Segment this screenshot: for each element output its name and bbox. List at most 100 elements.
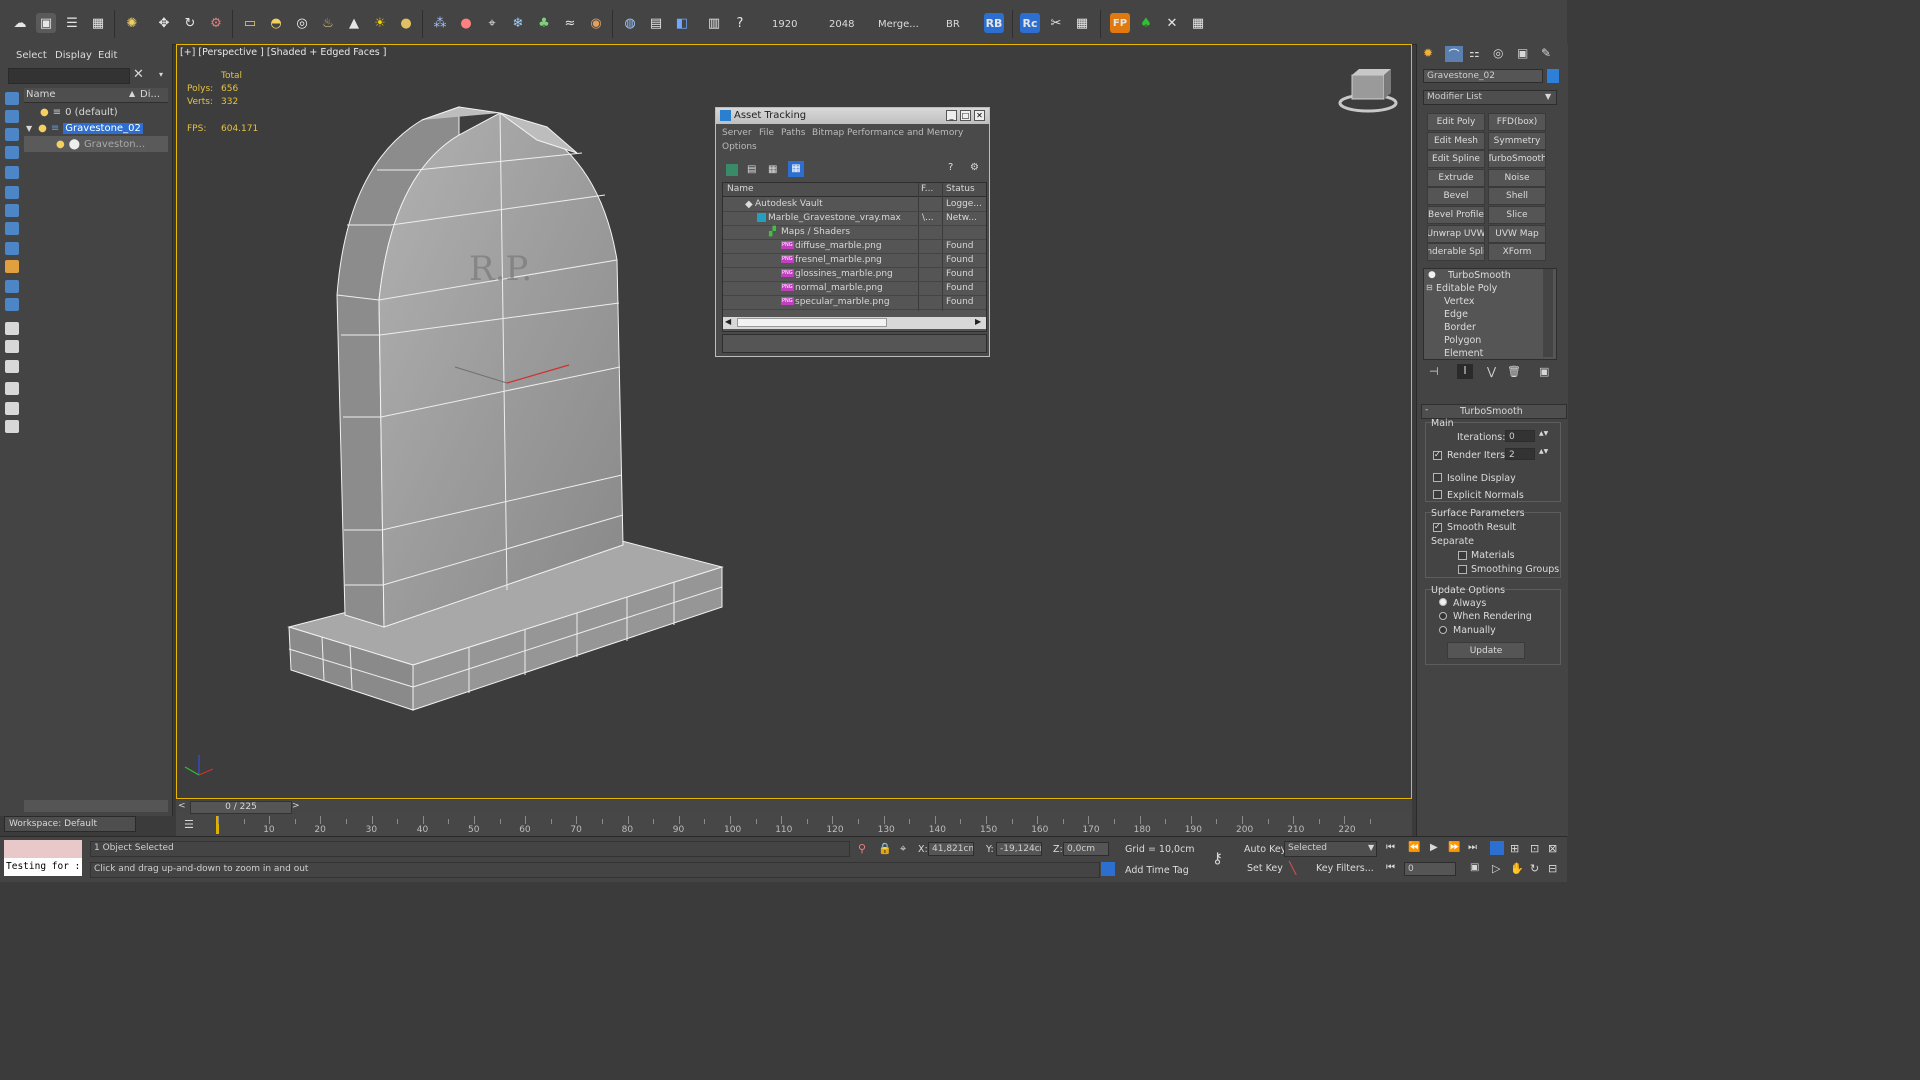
y-coordinate-input[interactable]: -19,124cm: [996, 842, 1042, 856]
globe-icon[interactable]: ◍: [620, 13, 640, 33]
render-width[interactable]: 1920: [772, 19, 797, 30]
br-button[interactable]: BR: [946, 19, 960, 30]
vertical-scrollbar[interactable]: [1543, 269, 1553, 357]
object-name-field[interactable]: Gravestone_02: [1423, 69, 1543, 83]
scroll-thumb[interactable]: [737, 318, 887, 327]
table-row[interactable]: PNG fresnel_marble.png Found: [723, 253, 986, 268]
list-icon[interactable]: ☰: [62, 13, 82, 33]
update-button[interactable]: Update: [1447, 642, 1525, 659]
column-name[interactable]: Name: [727, 184, 754, 194]
scale-icon[interactable]: ✥: [154, 13, 174, 33]
minimize-button[interactable]: _: [946, 110, 957, 121]
smoothing-groups-checkbox[interactable]: [1458, 565, 1467, 574]
go-to-end-icon[interactable]: ⏭: [1468, 842, 1477, 853]
menu-edit[interactable]: Edit: [98, 50, 117, 61]
modifier-button[interactable]: Unwrap UVW: [1427, 224, 1485, 243]
prev-frame-icon[interactable]: <: [178, 801, 186, 811]
server-icon[interactable]: ▥: [704, 13, 724, 33]
always-radio[interactable]: [1439, 598, 1447, 606]
object-color-swatch[interactable]: [1547, 69, 1559, 83]
scroll-left-icon[interactable]: ◀: [725, 317, 731, 326]
remove-modifier-icon[interactable]: 🗑: [1507, 365, 1521, 378]
geosphere-icon[interactable]: ◎: [292, 13, 312, 33]
tree-icon[interactable]: ♠: [1136, 13, 1156, 33]
tree-row-layer[interactable]: ● ≡ 0 (default): [24, 104, 168, 120]
filter-icon[interactable]: [5, 186, 19, 199]
box-icon[interactable]: ▭: [240, 13, 260, 33]
menu-server[interactable]: Server: [722, 128, 752, 138]
zoom-extents-icon[interactable]: ⊡: [1530, 842, 1539, 855]
close-button[interactable]: ✕: [974, 110, 985, 121]
filter-icon[interactable]: [5, 402, 19, 415]
spinner-icon[interactable]: ▲▼: [1539, 430, 1548, 437]
key-set-dropdown[interactable]: Selected: [1284, 841, 1377, 857]
filter-icon[interactable]: [5, 166, 19, 179]
auto-key-button[interactable]: Auto Key: [1244, 844, 1286, 855]
expand-icon[interactable]: ⊟: [1426, 283, 1433, 292]
render-iters-checkbox[interactable]: ✓: [1433, 450, 1442, 460]
refresh-icon[interactable]: [726, 164, 738, 176]
utilities-tab-icon[interactable]: ✎: [1541, 46, 1551, 60]
collapse-icon[interactable]: -: [1425, 405, 1428, 415]
teapot-icon[interactable]: ♨: [318, 13, 338, 33]
timeline-ruler[interactable]: ☰ 10 20 30 40 50 60 70 80 90 100 110 120 130 140 150 16…: [176, 814, 1412, 836]
modifier-button[interactable]: Slice: [1488, 206, 1546, 224]
table-row[interactable]: PNG specular_marble.png Found: [723, 295, 986, 310]
filter-icon[interactable]: [5, 110, 19, 123]
render-height[interactable]: 2048: [829, 19, 854, 30]
zoom-extents-all-icon[interactable]: ⊠: [1548, 842, 1557, 855]
maximize-button[interactable]: □: [960, 110, 971, 121]
modifier-button[interactable]: Shell: [1488, 187, 1546, 206]
modifier-button[interactable]: Noise: [1488, 168, 1546, 187]
menu-bitmap-performance[interactable]: Bitmap Performance and Memory: [812, 128, 963, 138]
snow-icon[interactable]: ❄: [508, 13, 528, 33]
column-f[interactable]: F...: [921, 184, 933, 194]
filter-icon[interactable]: [5, 222, 19, 235]
smooth-result-checkbox[interactable]: ✓: [1433, 522, 1442, 532]
pin-stack-icon[interactable]: ⊣: [1429, 365, 1439, 378]
chevron-down-icon[interactable]: ▼: [1545, 92, 1551, 101]
modifier-button[interactable]: enderable Splin: [1427, 243, 1485, 262]
x-coordinate-input[interactable]: 41,821cm: [928, 842, 974, 856]
material-icon[interactable]: ●: [456, 13, 476, 33]
go-to-start-icon[interactable]: ⏮: [1386, 842, 1395, 853]
frame-counter[interactable]: 0 / 225: [190, 801, 292, 814]
workspace-dropdown[interactable]: Workspace: Default: [4, 816, 136, 832]
stack-item-vertex[interactable]: Vertex: [1444, 296, 1475, 307]
chevron-down-icon[interactable]: ▼: [1368, 843, 1374, 852]
modifier-button[interactable]: Symmetry: [1488, 131, 1546, 150]
zoom-all-icon[interactable]: ⊞: [1510, 842, 1519, 855]
modifier-button[interactable]: Bevel Profile: [1427, 206, 1485, 224]
sort-icon[interactable]: ▲: [129, 89, 135, 98]
table-row[interactable]: PNG glossines_marble.png Found: [723, 267, 986, 282]
z-coordinate-input[interactable]: 0,0cm: [1063, 842, 1109, 856]
modifier-list-dropdown[interactable]: Modifier List: [1423, 90, 1557, 105]
rc-button[interactable]: Rc: [1020, 13, 1040, 33]
table-view-icon[interactable]: ▦: [768, 164, 777, 175]
next-frame-icon[interactable]: ⏩: [1448, 842, 1460, 853]
maximize-viewport-icon[interactable]: ⊟: [1548, 862, 1557, 875]
particles-icon[interactable]: ⁂: [430, 13, 450, 33]
filter-icon[interactable]: [5, 280, 19, 293]
table-row[interactable]: PNG diffuse_marble.png Found: [723, 239, 986, 254]
render-setup-icon[interactable]: ⚙: [206, 13, 226, 33]
manually-radio[interactable]: [1439, 626, 1447, 634]
set-key-button[interactable]: Set Key: [1247, 863, 1283, 874]
stack-item-border[interactable]: Border: [1444, 322, 1476, 333]
light-bulb-icon[interactable]: ●: [38, 123, 47, 134]
menu-paths[interactable]: Paths: [781, 128, 805, 138]
filter-icon[interactable]: [5, 128, 19, 141]
isoline-checkbox[interactable]: [1433, 473, 1442, 482]
time-tag-icon[interactable]: [1101, 862, 1115, 876]
stack-item-element[interactable]: Element: [1444, 348, 1483, 359]
when-rendering-radio[interactable]: [1439, 612, 1447, 620]
maxscript-listener[interactable]: [4, 840, 82, 858]
cylinder-icon[interactable]: ●: [396, 13, 416, 33]
help-icon[interactable]: ?: [730, 13, 750, 33]
grass-icon[interactable]: ♣: [534, 13, 554, 33]
time-slider[interactable]: < 0 / 225 >: [176, 800, 1412, 814]
menu-file[interactable]: File: [759, 128, 774, 138]
time-config-icon[interactable]: ▣: [1470, 862, 1479, 873]
configure-icon[interactable]: ▣: [1539, 365, 1549, 378]
modifier-button[interactable]: Edit Poly: [1427, 113, 1485, 131]
